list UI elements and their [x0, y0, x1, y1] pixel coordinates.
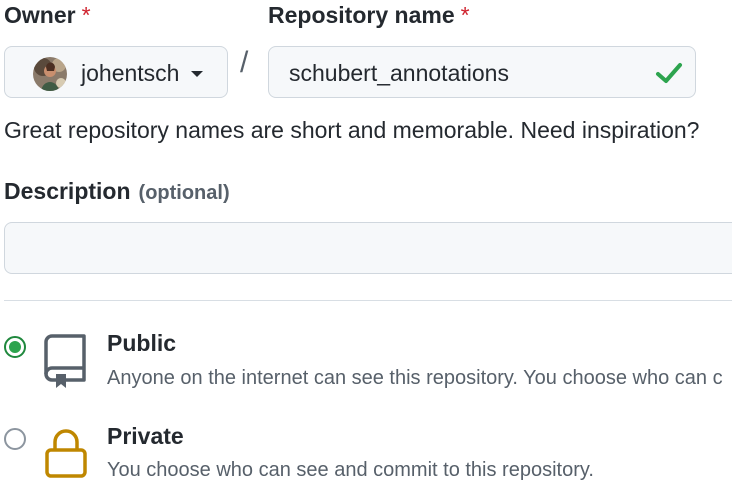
description-input[interactable] — [4, 222, 732, 274]
section-divider — [4, 300, 732, 301]
owner-label-text: Owner — [4, 2, 76, 28]
owner-name: johentsch — [81, 60, 180, 86]
check-icon — [656, 63, 682, 83]
public-description: Anyone on the internet can see this repo… — [107, 367, 723, 389]
description-optional: (optional) — [138, 182, 230, 204]
private-title: Private — [107, 423, 184, 449]
repo-name-hint: Great repository names are short and mem… — [4, 117, 700, 143]
repo-icon — [44, 334, 86, 388]
owner-required-mark: * — [81, 2, 91, 28]
private-radio[interactable] — [4, 428, 26, 450]
repo-name-input[interactable]: schubert_annotations — [268, 46, 696, 98]
chevron-down-icon — [191, 71, 203, 77]
private-description: You choose who can see and commit to thi… — [107, 459, 594, 481]
create-repo-form: Owner * Repository name * johentsch / schu… — [0, 0, 732, 487]
owner-avatar — [33, 57, 67, 91]
repo-name-value: schubert_annotations — [289, 60, 509, 86]
owner-dropdown[interactable]: johentsch — [4, 46, 228, 98]
repo-name-label-text: Repository name — [268, 2, 455, 28]
lock-icon — [45, 429, 87, 478]
owner-repo-separator: / — [240, 46, 249, 79]
public-radio[interactable] — [4, 336, 26, 358]
repo-name-required-mark: * — [460, 2, 470, 28]
description-label: Description (optional) — [4, 178, 230, 204]
public-title: Public — [107, 330, 177, 356]
repo-name-label: Repository name * — [268, 4, 470, 27]
owner-label: Owner * — [4, 4, 91, 27]
description-label-text: Description — [4, 178, 131, 204]
